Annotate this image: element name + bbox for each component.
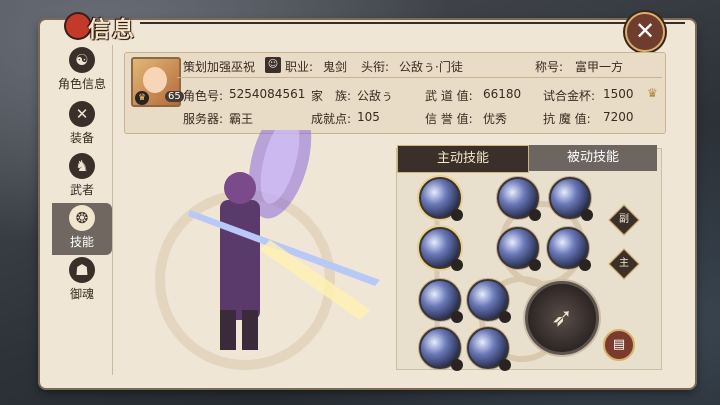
rank-label: 头衔: xyxy=(361,60,390,74)
role-id-value: 5254084561 xyxy=(229,87,306,101)
avatar[interactable]: ♛ 65 xyxy=(131,57,184,107)
skill-slot-4[interactable] xyxy=(419,227,463,271)
skill-slot-8[interactable] xyxy=(467,279,511,323)
skill-slot-1[interactable] xyxy=(419,177,463,221)
skill-level-badge xyxy=(451,209,463,221)
honor-label: 称号: xyxy=(535,60,564,74)
skill-panel: 主动技能 被动技能 ➶ 副 主 ▤ xyxy=(396,145,662,371)
role-id-label: 角色号: xyxy=(183,89,224,103)
ultimate-skill-button[interactable]: ➶ xyxy=(525,281,599,355)
martial-value: 66180 xyxy=(483,87,522,101)
sidebar-item-label: 御魂 xyxy=(69,287,94,301)
skill-slot-2[interactable] xyxy=(497,177,541,221)
player-name: 策划加强巫祝 xyxy=(183,60,256,74)
server-value: 霸王 xyxy=(229,112,254,126)
warrior-icon: ♞ xyxy=(69,153,95,179)
window-title-text: 信息 xyxy=(88,17,137,43)
character-model xyxy=(130,101,400,380)
skill-slot-7[interactable] xyxy=(419,279,463,323)
title-seal-icon xyxy=(66,14,90,38)
avatar-portrait xyxy=(143,67,167,93)
sidebar-divider xyxy=(112,45,113,375)
sidebar-item-label: 装备 xyxy=(69,131,94,145)
level-badge: 65 xyxy=(165,91,184,102)
skill-level-badge xyxy=(579,259,591,271)
window-title: 信息 xyxy=(38,10,138,44)
sidebar-item-equipment[interactable]: ✕ 装备 xyxy=(52,99,112,151)
sidebar-item-soul[interactable]: ☗ 御魂 xyxy=(52,255,112,307)
character-art xyxy=(155,101,380,370)
close-button[interactable]: ✕ xyxy=(625,12,665,52)
sidebar-item-label: 武者 xyxy=(69,183,94,197)
skill-slot-5[interactable] xyxy=(497,227,541,271)
family-value: 公敌ぅ xyxy=(357,89,394,103)
family-label: 家 族: xyxy=(311,89,352,103)
sidebar-item-profile[interactable]: ☯ 角色信息 xyxy=(52,45,112,97)
skill-slot-9[interactable] xyxy=(419,327,463,371)
trial-label: 试合金杯: xyxy=(543,89,596,103)
martial-label: 武 道 值: xyxy=(425,89,473,103)
resist-label: 抗 魔 值: xyxy=(543,112,591,126)
skill-level-badge xyxy=(499,359,511,371)
achievement-value: 105 xyxy=(357,110,380,124)
honor-value: 富甲一方 xyxy=(575,60,624,74)
sidebar-item-skills[interactable]: ❂ 技能 xyxy=(52,203,112,255)
title-divider xyxy=(140,22,685,24)
job-value: 鬼剑 xyxy=(323,60,348,74)
skill-level-badge xyxy=(451,259,463,271)
skill-slot-6[interactable] xyxy=(547,227,591,271)
face-icon[interactable]: ☺ xyxy=(265,57,281,73)
rank-value: 公敌ぅ·门徒 xyxy=(399,60,463,74)
character-info-panel: ♛ 65 策划加强巫祝 ☺ 职业: 鬼剑 头衔: 公敌ぅ·门徒 称号: 富甲一方… xyxy=(124,52,666,134)
sidebar-item-warrior[interactable]: ♞ 武者 xyxy=(52,151,112,203)
info-divider xyxy=(177,77,662,78)
swords-icon: ✕ xyxy=(69,101,95,127)
trophy-icon: ♛ xyxy=(647,86,658,100)
credit-label: 信 誉 值: xyxy=(425,112,473,126)
crown-icon: ♛ xyxy=(135,91,149,105)
profile-icon: ☯ xyxy=(69,47,95,73)
skill-level-badge xyxy=(499,311,511,323)
book-icon[interactable]: ▤ xyxy=(603,329,635,361)
credit-value: 优秀 xyxy=(483,112,508,126)
job-label: 职业: xyxy=(285,60,314,74)
server-label: 服务器: xyxy=(183,112,224,126)
sidebar-item-label: 技能 xyxy=(69,235,94,249)
skill-icon: ❂ xyxy=(69,205,95,231)
skill-level-badge xyxy=(451,359,463,371)
skill-slot-10[interactable] xyxy=(467,327,511,371)
skill-level-badge xyxy=(529,259,541,271)
trial-value: 1500 xyxy=(603,87,634,101)
sidebar: ☯ 角色信息 ✕ 装备 ♞ 武者 ❂ 技能 ☗ 御魂 xyxy=(52,45,112,375)
achievement-label: 成就点: xyxy=(311,112,352,126)
skill-slot-3[interactable] xyxy=(549,177,593,221)
sidebar-item-label: 角色信息 xyxy=(57,77,106,91)
soul-icon: ☗ xyxy=(69,257,95,283)
skill-level-badge xyxy=(529,209,541,221)
skill-level-badge xyxy=(451,311,463,323)
skill-level-badge xyxy=(581,209,593,221)
resist-value: 7200 xyxy=(603,110,634,124)
